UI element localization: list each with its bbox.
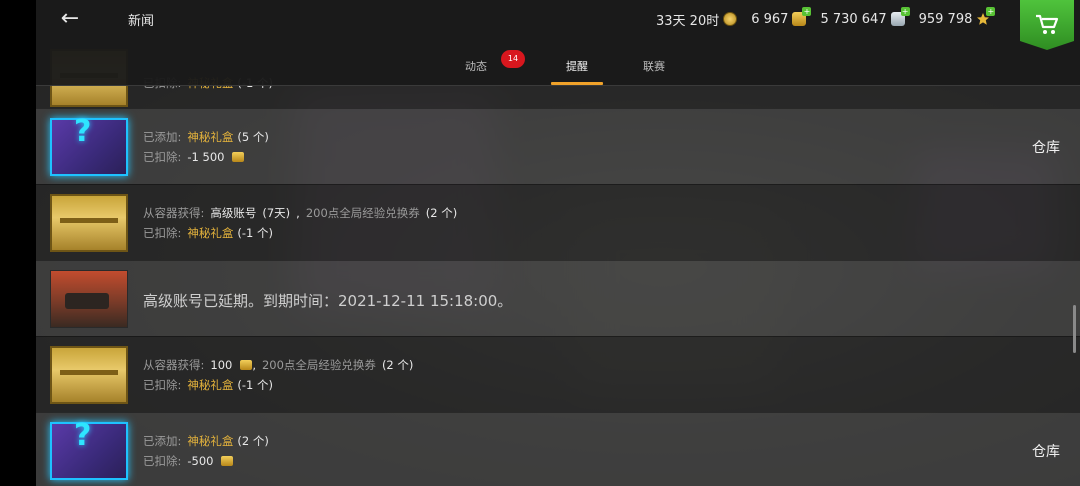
plus-icon: + <box>900 7 910 16</box>
amount-value: -500 <box>187 454 214 468</box>
mystery-box-image: ? <box>50 114 128 176</box>
line-label: 已扣除: <box>143 226 182 240</box>
tab-label: 提醒 <box>566 60 588 73</box>
gold-balance[interactable]: 6 967 + <box>751 7 812 27</box>
item-count: (5 个) <box>237 130 269 144</box>
tab-label: 动态 <box>465 60 487 73</box>
tab-label: 联赛 <box>643 60 665 73</box>
reward-name: 高级账号 <box>210 206 257 220</box>
line-label: 已添加: <box>143 130 182 144</box>
list-item[interactable]: ? 已添加: 神秘礼盒 (5 个) 已扣除: -1 500 仓库 <box>36 108 1080 184</box>
line-label: 已扣除: <box>143 454 182 468</box>
free-xp-balance[interactable]: 959 798 + <box>918 7 996 27</box>
line-label: 已添加: <box>143 434 182 448</box>
premium-icon <box>723 12 738 26</box>
item-name: 神秘礼盒 <box>187 434 234 448</box>
warehouse-button[interactable]: 仓库 <box>1032 137 1060 157</box>
news-screen: 已扣除: 神秘礼盒 (-1 个) ? 已添加: 神秘礼盒 (5 个) <box>36 0 1080 486</box>
item-name: 神秘礼盒 <box>187 130 234 144</box>
item-name: 神秘礼盒 <box>187 378 234 392</box>
currency-bar: 33天 20时 6 967 + 5 730 647 + 959 798 + <box>656 7 1004 29</box>
line-label: 已扣除: <box>143 150 182 164</box>
item-name: 神秘礼盒 <box>187 226 234 240</box>
warehouse-button[interactable]: 仓库 <box>1032 441 1060 461</box>
top-bar: ← 新闻 33天 20时 6 967 + 5 730 647 + 959 798 <box>36 0 1080 86</box>
gold-coin-icon <box>240 360 253 370</box>
item-count: (-1 个) <box>237 226 273 240</box>
line-label: 已扣除: <box>143 378 182 392</box>
item-count: (2 个) <box>237 434 269 448</box>
plus-icon: + <box>802 7 812 16</box>
gold-value: 6 967 <box>751 11 789 27</box>
reward-count: (7天) <box>262 206 291 220</box>
tab-activity[interactable]: 动态 14 <box>446 50 525 86</box>
premium-timer[interactable]: 33天 20时 <box>656 10 738 29</box>
extra-reward: 200点全局经验兑换券 <box>305 206 420 220</box>
premium-time-value: 33天 20时 <box>656 13 720 29</box>
star-icon: + <box>976 7 996 26</box>
list-item[interactable]: ? 已添加: 神秘礼盒 (2 个) 已扣除: -500 仓库 <box>36 412 1080 486</box>
tab-reminders[interactable]: 提醒 <box>544 60 610 86</box>
list-item[interactable]: 高级账号已延期。到期时间：2021-12-11 15:18:00。 <box>36 260 1080 336</box>
extra-reward: 200点全局经验兑换券 <box>261 358 376 372</box>
notification-text: 高级账号已延期。到期时间：2021-12-11 15:18:00。 <box>143 292 513 310</box>
tab-bar: 动态 14 提醒 联赛 <box>446 50 684 86</box>
notification-badge: 14 <box>501 50 525 68</box>
list-item[interactable]: 从容器获得: 100 , 200点全局经验兑换券 (2 个) 已扣除: 神秘礼盒… <box>36 336 1080 412</box>
separator: , <box>252 358 256 372</box>
active-tab-indicator <box>551 82 603 85</box>
extra-count: (2 个) <box>381 358 414 372</box>
arrow-left-icon[interactable]: ← <box>56 6 84 32</box>
tab-league[interactable]: 联赛 <box>624 60 684 86</box>
free-xp-value: 959 798 <box>918 11 973 27</box>
extra-count: (2 个) <box>425 206 458 220</box>
mystery-box-image: ? <box>50 418 128 480</box>
item-count: (-1 个) <box>237 378 273 392</box>
shop-button[interactable] <box>1020 0 1074 50</box>
page-title: 新闻 <box>128 14 155 29</box>
question-mark-icon: ? <box>74 114 92 149</box>
scrollbar[interactable] <box>1073 305 1076 353</box>
reward-amount: 100 <box>210 358 233 372</box>
cart-icon <box>1036 14 1059 34</box>
gold-coin-icon <box>221 456 234 466</box>
silver-balance[interactable]: 5 730 647 + <box>820 7 910 27</box>
question-mark-icon: ? <box>74 418 92 453</box>
gold-icon: + <box>792 7 812 26</box>
line-label: 从容器获得: <box>143 206 205 220</box>
golden-crate-image <box>50 194 128 252</box>
silver-value: 5 730 647 <box>820 11 887 27</box>
list-item[interactable]: 从容器获得: 高级账号 (7天) , 200点全局经验兑换券 (2 个) 已扣除… <box>36 184 1080 260</box>
golden-crate-image <box>50 346 128 404</box>
line-label: 从容器获得: <box>143 358 205 372</box>
amount-value: -1 500 <box>187 150 225 164</box>
separator: , <box>296 206 300 220</box>
plus-icon: + <box>986 7 996 16</box>
gold-coin-icon <box>232 152 245 162</box>
silver-icon: + <box>890 7 910 26</box>
tank-battle-image <box>50 270 128 328</box>
app-frame: 已扣除: 神秘礼盒 (-1 个) ? 已添加: 神秘礼盒 (5 个) <box>0 0 1080 486</box>
